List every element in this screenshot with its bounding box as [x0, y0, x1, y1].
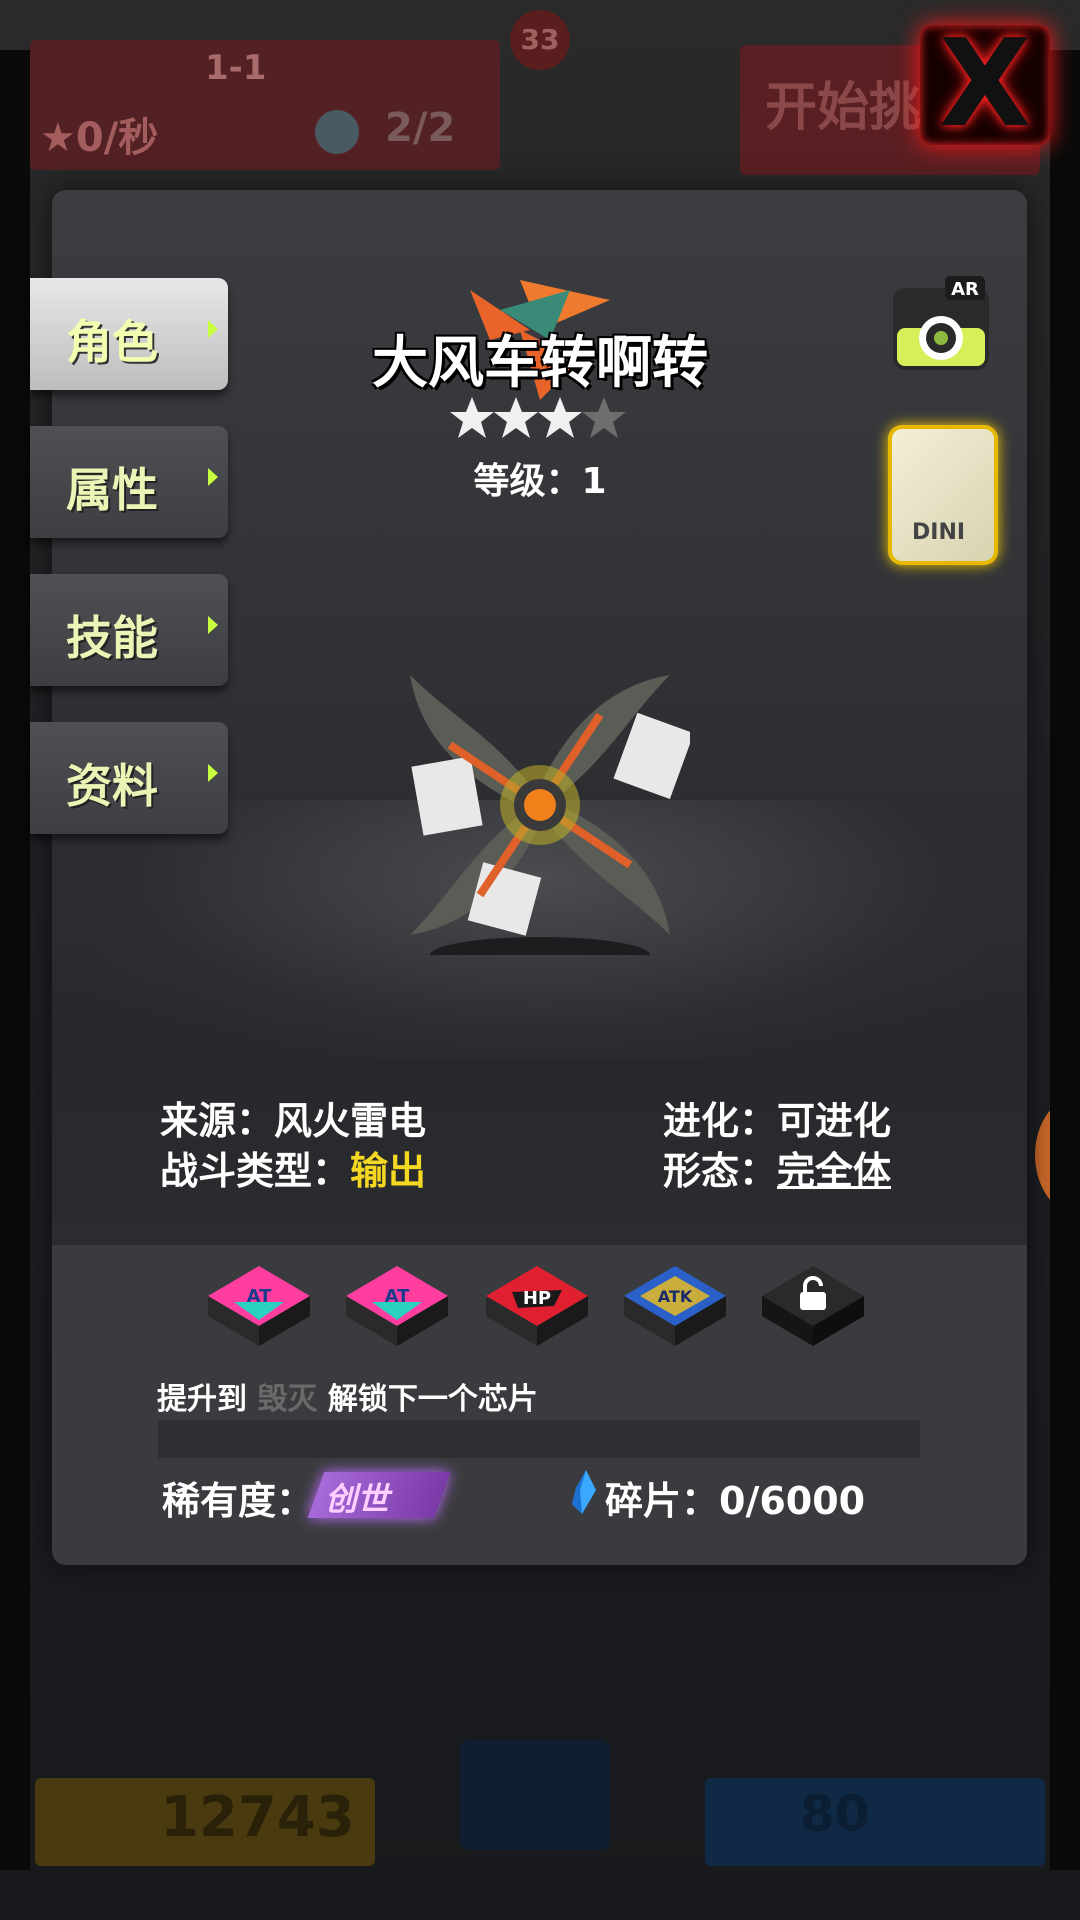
start-challenge-label: 开始挑: [765, 78, 922, 138]
card-collection-button[interactable]: DINI: [888, 425, 998, 565]
card-label: DINI: [912, 520, 966, 545]
star-filled-icon: [450, 397, 494, 438]
chip-at-icon[interactable]: AT: [204, 1262, 314, 1352]
form-info: 形态：完全体: [663, 1149, 892, 1193]
star-rating: [450, 397, 626, 438]
left-frame: [0, 50, 30, 1870]
shuriken-character-model: [410, 675, 690, 955]
star-counter: [705, 1778, 1045, 1866]
chip-at-icon[interactable]: AT: [342, 1262, 452, 1352]
shard-count: 碎片：0/6000: [605, 1479, 866, 1523]
rarity-label: 稀有度：: [162, 1479, 315, 1523]
bear-count: 2/2: [385, 105, 456, 151]
svg-text:AT: AT: [247, 1286, 273, 1307]
close-icon: X: [938, 15, 1032, 154]
tab-label: 属性: [66, 463, 158, 517]
star-empty-icon: [582, 397, 626, 438]
unlock-hint: 提升到 毁灭 解锁下一个芯片: [157, 1382, 538, 1417]
progress-bar: [158, 1420, 920, 1458]
source-info: 来源：风火雷电: [160, 1099, 427, 1143]
chip-atk-icon[interactable]: ATK: [620, 1262, 730, 1352]
bear-icon: [315, 110, 359, 154]
chevron-right-icon: [208, 320, 218, 338]
tab-label: 角色: [66, 315, 158, 369]
tab-label: 技能: [66, 611, 158, 665]
star-value: 80: [800, 1785, 870, 1843]
level-text: 等级：1: [473, 461, 607, 502]
ar-camera-button[interactable]: AR: [885, 270, 995, 375]
form-value-link[interactable]: 完全体: [777, 1149, 891, 1193]
chevron-right-icon: [208, 616, 218, 634]
svg-text:AT: AT: [385, 1286, 411, 1307]
tab-skills[interactable]: 技能: [30, 574, 228, 686]
character-name: 大风车转啊转: [372, 331, 708, 396]
shard-crystal-icon: [572, 1470, 596, 1514]
tab-label: 资料: [66, 759, 158, 813]
battle-type-info: 战斗类型：输出: [160, 1149, 427, 1193]
ar-label: AR: [951, 279, 979, 300]
star-filled-icon: [538, 397, 582, 438]
star-rate: ★0/秒: [40, 115, 159, 161]
tab-character[interactable]: 角色: [30, 278, 228, 390]
svg-text:ATK: ATK: [658, 1287, 693, 1306]
star-filled-icon: [494, 397, 538, 438]
lock-icon[interactable]: [758, 1262, 868, 1352]
right-frame: [1050, 50, 1080, 1870]
tab-profile[interactable]: 资料: [30, 722, 228, 834]
svg-text:HP: HP: [523, 1288, 551, 1309]
rarity-value: 创世: [325, 1480, 390, 1518]
evolve-info: 进化：可进化: [663, 1099, 892, 1143]
close-button[interactable]: X: [920, 25, 1050, 145]
chevron-right-icon: [208, 468, 218, 486]
stage-label: 1-1: [205, 48, 267, 88]
coin-value: 12743: [160, 1785, 355, 1850]
chevron-right-icon: [208, 764, 218, 782]
chip-hp-icon[interactable]: HP: [482, 1262, 592, 1352]
shop-cart-icon: [460, 1740, 610, 1850]
wave-badge: 33: [510, 10, 570, 70]
tab-attributes[interactable]: 属性: [30, 426, 228, 538]
